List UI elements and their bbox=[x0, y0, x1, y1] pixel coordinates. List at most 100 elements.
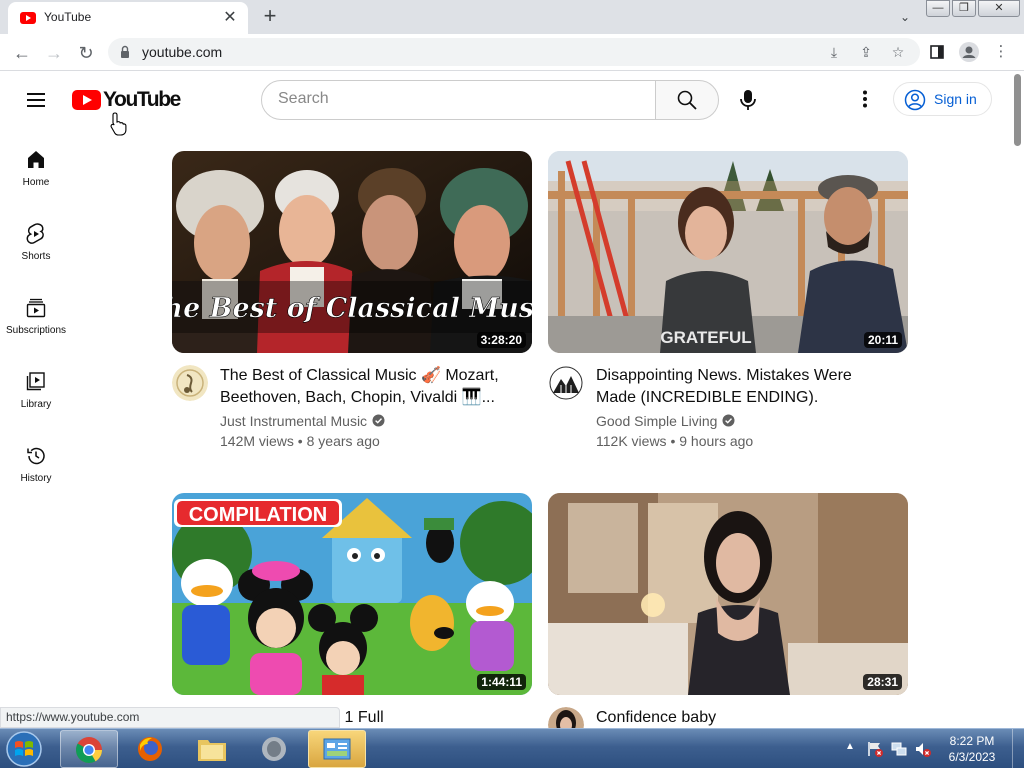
clock-date: 6/3/2023 bbox=[948, 750, 996, 764]
video-thumbnail[interactable]: 28:31 bbox=[548, 493, 908, 695]
video-metadata: 112K views • 9 hours ago bbox=[596, 433, 754, 449]
browser-tab-youtube[interactable]: YouTube ✕ bbox=[8, 2, 248, 34]
youtube-masthead: YouTube Search Sign in bbox=[0, 72, 1012, 128]
microphone-icon bbox=[740, 90, 756, 110]
forward-arrow-icon[interactable]: → bbox=[40, 39, 68, 67]
url-text[interactable]: youtube.com bbox=[142, 44, 222, 60]
clock-time: 8:22 PM bbox=[949, 734, 995, 748]
system-clock[interactable]: 8:22 PM 6/3/2023 bbox=[940, 733, 1004, 765]
channel-name[interactable]: Good Simple Living bbox=[596, 413, 735, 429]
video-title[interactable]: The Best of Classical Music 🎻 Mozart, Be… bbox=[220, 365, 520, 409]
sidebar-item-label: Home bbox=[22, 177, 50, 188]
hand-pointer-cursor-icon bbox=[110, 112, 127, 136]
taskbar-explorer-button[interactable] bbox=[184, 730, 242, 768]
show-desktop-button[interactable] bbox=[1012, 729, 1024, 768]
video-card[interactable]: COMPILATION 1:44:11 1 Full bbox=[172, 493, 532, 728]
view-count: 142M views bbox=[220, 433, 294, 449]
video-thumbnail[interactable]: COMPILATION 1:44:11 bbox=[172, 493, 532, 695]
video-duration: 3:28:20 bbox=[476, 332, 526, 348]
video-thumbnail[interactable]: The Best of Classical Music 3:28:20 bbox=[172, 151, 532, 353]
verified-badge-icon bbox=[372, 414, 385, 427]
video-card[interactable]: GRATEFUL 20:11 Disappointing News. Mista… bbox=[548, 151, 908, 461]
firefox-icon bbox=[138, 737, 162, 761]
control-panel-icon bbox=[323, 738, 351, 760]
sign-in-label: Sign in bbox=[934, 91, 977, 107]
address-bar[interactable]: youtube.com ⤓ ⇪ ☆ bbox=[108, 38, 920, 66]
video-thumbnail[interactable]: GRATEFUL 20:11 bbox=[548, 151, 908, 353]
search-input[interactable] bbox=[278, 90, 638, 108]
channel-avatar[interactable] bbox=[172, 365, 208, 401]
library-icon bbox=[26, 372, 45, 391]
view-count: 112K views bbox=[596, 433, 667, 449]
hamburger-menu-icon[interactable] bbox=[22, 86, 50, 114]
profile-avatar-icon[interactable] bbox=[958, 41, 980, 63]
network-icon[interactable] bbox=[890, 740, 908, 758]
channel-name-text: Just Instrumental Music bbox=[220, 413, 368, 429]
chrome-icon bbox=[75, 737, 103, 764]
thumbnail-overlay-text: COMPILATION bbox=[189, 504, 328, 526]
sign-in-button[interactable]: Sign in bbox=[893, 82, 992, 116]
restore-button[interactable]: ❐ bbox=[952, 0, 976, 17]
new-tab-button[interactable]: + bbox=[258, 4, 282, 28]
chrome-menu-icon[interactable]: ⋮ bbox=[990, 41, 1012, 63]
video-title[interactable]: Confidence baby bbox=[596, 707, 896, 729]
tab-search-chevron-icon[interactable]: ⌄ bbox=[894, 6, 916, 28]
reload-icon[interactable]: ↻ bbox=[72, 39, 100, 67]
browser-tabstrip: YouTube ✕ + ⌄ — ❐ ✕ bbox=[0, 0, 1024, 34]
youtube-play-logo-icon bbox=[72, 90, 101, 110]
volume-muted-icon[interactable] bbox=[914, 740, 932, 758]
screen: YouTube ✕ + ⌄ — ❐ ✕ ← → ↻ youtube.com ⤓ … bbox=[0, 0, 1024, 768]
sidebar-item-label: History bbox=[20, 473, 52, 484]
channel-name[interactable]: Just Instrumental Music bbox=[220, 413, 385, 429]
close-tab-icon[interactable]: ✕ bbox=[220, 8, 240, 28]
sidebar-item-label: Subscriptions bbox=[5, 325, 67, 336]
upload-age: 9 hours ago bbox=[679, 433, 754, 449]
action-center-flag-icon[interactable] bbox=[866, 740, 884, 758]
sidebar-item-history[interactable]: History bbox=[0, 444, 72, 518]
video-title[interactable]: Disappointing News. Mistakes Were Made (… bbox=[596, 365, 896, 409]
video-card[interactable]: 28:31 Confidence baby bbox=[548, 493, 908, 743]
youtube-favicon-icon bbox=[20, 12, 36, 24]
channel-avatar[interactable] bbox=[548, 365, 584, 401]
logo-text: YouTube bbox=[103, 88, 181, 111]
lock-icon bbox=[121, 45, 129, 58]
voice-search-button[interactable] bbox=[730, 82, 766, 118]
taskbar-media-player-button[interactable] bbox=[246, 730, 304, 768]
window-controls: — ❐ ✕ bbox=[926, 0, 1020, 18]
history-icon bbox=[27, 447, 45, 465]
link-status-bubble: https://www.youtube.com bbox=[0, 707, 340, 728]
minimize-button[interactable]: — bbox=[926, 0, 950, 17]
tab-title: YouTube bbox=[44, 10, 92, 24]
install-app-icon[interactable]: ⤓ bbox=[824, 42, 844, 62]
close-window-button[interactable]: ✕ bbox=[978, 0, 1020, 17]
search-button[interactable] bbox=[655, 80, 719, 120]
scrollbar-thumb[interactable] bbox=[1014, 74, 1021, 146]
video-duration: 1:44:11 bbox=[477, 674, 526, 690]
taskbar-control-panel-button[interactable] bbox=[308, 730, 366, 768]
home-icon bbox=[28, 151, 44, 168]
share-icon[interactable]: ⇪ bbox=[856, 42, 876, 62]
taskbar-firefox-button[interactable] bbox=[122, 730, 180, 768]
search-icon bbox=[677, 90, 697, 110]
channel-name-text: Good Simple Living bbox=[596, 413, 718, 429]
thumbnail-overlay-text: The Best of Classical Music bbox=[172, 293, 532, 324]
youtube-logo[interactable]: YouTube bbox=[72, 88, 181, 112]
speaker-icon bbox=[262, 737, 286, 761]
back-arrow-icon[interactable]: ← bbox=[8, 39, 36, 67]
sidebar-item-subscriptions[interactable]: Subscriptions bbox=[0, 296, 72, 370]
sidebar-item-label: Shorts bbox=[21, 251, 51, 262]
video-metadata: 142M views • 8 years ago bbox=[220, 433, 380, 449]
side-panel-icon[interactable] bbox=[926, 41, 948, 63]
upload-age: 8 years ago bbox=[306, 433, 380, 449]
sidebar-item-library[interactable]: Library bbox=[0, 370, 72, 444]
sidebar-item-shorts[interactable]: Shorts bbox=[0, 222, 72, 296]
shorts-icon bbox=[26, 223, 44, 244]
show-hidden-icons-arrow-icon[interactable]: ▲ bbox=[845, 741, 855, 752]
video-card[interactable]: The Best of Classical Music 3:28:20 The … bbox=[172, 151, 532, 461]
sidebar-item-home[interactable]: Home bbox=[0, 148, 72, 222]
page-scrollbar[interactable] bbox=[1012, 72, 1024, 728]
windows-start-button-icon[interactable] bbox=[4, 730, 44, 768]
settings-more-icon[interactable] bbox=[850, 84, 880, 114]
taskbar-chrome-button[interactable] bbox=[60, 730, 118, 768]
bookmark-star-icon[interactable]: ☆ bbox=[888, 42, 908, 62]
